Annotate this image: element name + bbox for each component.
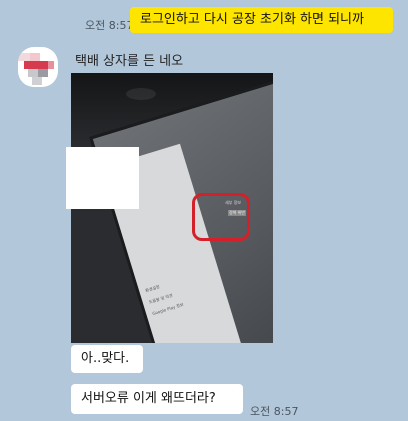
avatar-mosaic-tile — [48, 61, 54, 69]
box-text: 세부 정보 — [225, 200, 241, 205]
message-time: 오전 8:57 — [85, 19, 134, 32]
avatar-mosaic-tile — [28, 69, 38, 77]
sender-name: 택배 상자를 든 네오 — [75, 54, 184, 69]
message-time: 오전 8:57 — [250, 405, 299, 418]
avatar-mosaic-tile — [24, 61, 50, 69]
sender-avatar[interactable] — [18, 47, 58, 87]
menu-item-help: 도움말 및 의견 — [148, 292, 174, 305]
received-message-bubble[interactable]: 서버오류 이게 왜뜨더라? — [71, 384, 243, 414]
highlight-box: 세부 정보 정책 위반 — [192, 193, 250, 241]
menu-item-settings: 환경설정 — [144, 284, 161, 294]
box-text: 정책 위반 — [228, 210, 246, 216]
privacy-mask — [66, 147, 139, 209]
menu-item-play-info: Google Play 정보 — [151, 301, 185, 317]
avatar-mosaic-tile — [30, 53, 40, 61]
received-message-bubble[interactable]: 아..맞다. — [71, 345, 143, 373]
photo-glare — [126, 88, 156, 100]
avatar-mosaic-tile — [32, 77, 42, 85]
sent-message-bubble[interactable]: 로그인하고 다시 공장 초기화 하면 되니까 — [130, 7, 393, 33]
avatar-mosaic-tile — [18, 53, 30, 61]
avatar-mosaic-tile — [38, 69, 48, 77]
